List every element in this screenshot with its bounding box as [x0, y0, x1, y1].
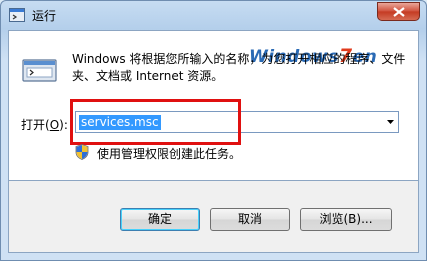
shield-icon [75, 144, 89, 160]
dialog-description: Windows 将根据您所输入的名称，为您打开相应的程序、文件夹、文档或 Int… [72, 52, 406, 83]
window-title: 运行 [32, 9, 57, 23]
close-icon [393, 7, 405, 17]
browse-button[interactable]: 浏览(B)... [300, 208, 392, 231]
open-label: 打开(O): [21, 118, 68, 132]
run-app-icon [9, 8, 25, 22]
dropdown-arrow-icon[interactable] [387, 120, 394, 124]
title-bar[interactable]: 运行 [1, 1, 426, 29]
close-button[interactable] [377, 2, 420, 21]
button-bar: 确定 取消 浏览(B)... [8, 181, 419, 253]
cancel-button[interactable]: 取消 [210, 208, 290, 231]
admin-note: 使用管理权限创建此任务。 [97, 147, 242, 161]
run-dialog: 运行 Windows7en Windows 将根据您所输入的名称，为您打开相应的… [0, 0, 427, 261]
highlight-box [70, 99, 241, 145]
run-icon [22, 59, 57, 82]
dialog-body: Windows7en Windows 将根据您所输入的名称，为您打开相应的程序、… [8, 30, 419, 181]
ok-button[interactable]: 确定 [120, 208, 200, 231]
